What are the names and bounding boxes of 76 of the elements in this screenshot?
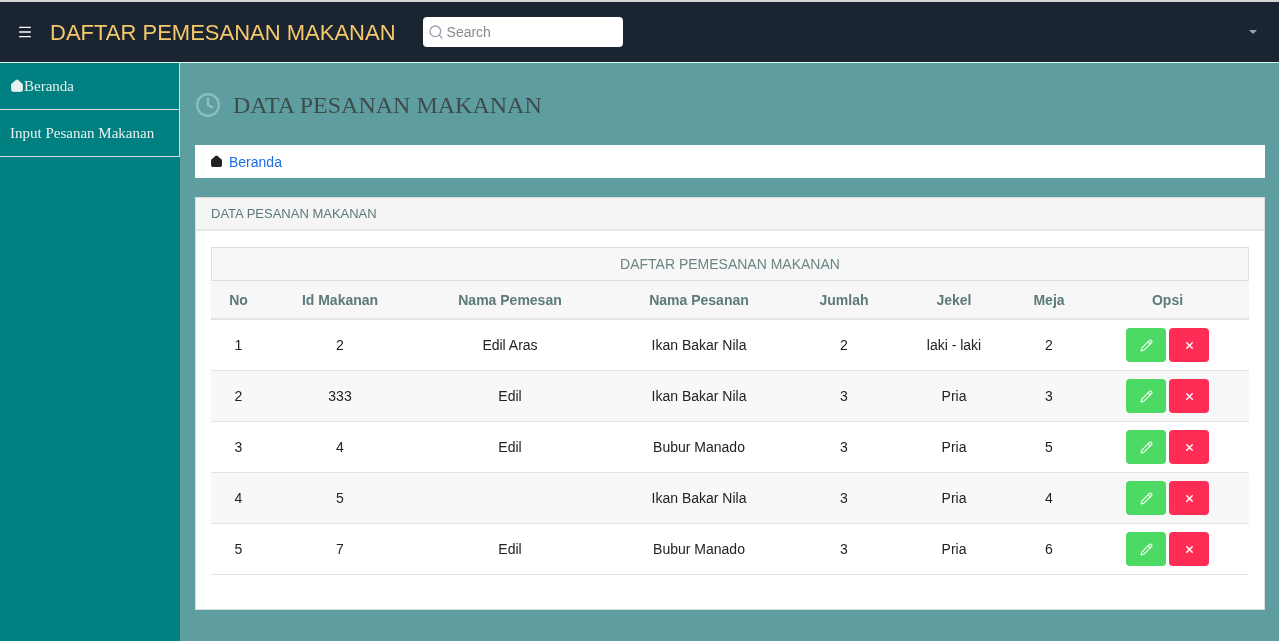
search-icon — [427, 24, 444, 40]
table-cell: Pria — [941, 490, 967, 506]
page-title: DATA PESANAN MAKANAN — [233, 91, 542, 120]
pencil-icon — [1139, 389, 1153, 403]
breadcrumb-link[interactable]: Beranda — [229, 151, 282, 172]
table-cell: Edil — [498, 388, 522, 404]
column-header: Jekel — [935, 290, 973, 310]
app-title: DAFTAR PEMESANAN MAKANAN — [50, 18, 396, 47]
table-cell: 4 — [336, 439, 344, 455]
table-cell: 2 — [234, 388, 243, 404]
table-cell: 2 — [336, 337, 344, 353]
column-header: No — [228, 290, 249, 310]
edit-button[interactable] — [1126, 328, 1166, 362]
table-cell: Ikan Bakar Nila — [651, 388, 747, 404]
close-icon — [1183, 492, 1195, 504]
column-header: Nama Pesanan — [648, 290, 750, 310]
table-cell: 5 — [1045, 439, 1053, 455]
column-header: Opsi — [1150, 290, 1185, 310]
delete-button[interactable] — [1169, 328, 1209, 362]
column-header: Nama Pemesan — [457, 290, 563, 310]
table-cell: Pria — [941, 439, 967, 455]
table-cell: Pria — [941, 541, 967, 557]
table-cell: Edil — [498, 541, 522, 557]
table-cell: 6 — [1045, 541, 1053, 557]
table-caption: DAFTAR PEMESANAN MAKANAN — [211, 247, 1249, 281]
table-cell: 2 — [1045, 337, 1053, 353]
table-cell: Ikan Bakar Nila — [651, 337, 747, 353]
close-icon — [1183, 543, 1195, 555]
table-cell: 1 — [234, 337, 243, 353]
sidebar-item[interactable]: Beranda — [0, 63, 180, 110]
panel-title: DATA PESANAN MAKANAN — [211, 204, 377, 223]
pencil-icon — [1139, 440, 1153, 454]
table-cell: Pria — [941, 388, 967, 404]
column-header: Meja — [1032, 290, 1066, 310]
search-field[interactable]: Search — [422, 17, 623, 47]
sidebar-item[interactable]: Input Pesanan Makanan — [0, 110, 180, 157]
clock-icon — [195, 92, 221, 118]
table-cell: 3 — [840, 490, 848, 506]
pencil-icon — [1139, 491, 1153, 505]
home-icon — [10, 79, 24, 93]
table-cell: 7 — [336, 541, 344, 557]
table-cell: 4 — [1045, 490, 1053, 506]
close-icon — [1183, 390, 1195, 402]
delete-button[interactable] — [1169, 532, 1209, 566]
table-cell: 3 — [234, 439, 243, 455]
pencil-icon — [1139, 338, 1153, 352]
edit-button[interactable] — [1126, 481, 1166, 515]
table-cell: 3 — [840, 388, 848, 404]
table-cell: 5 — [336, 490, 344, 506]
column-header: Id Makanan — [300, 290, 380, 310]
table-cell: Edil — [498, 439, 522, 455]
table-cell: Bubur Manado — [653, 541, 745, 557]
table-cell: 5 — [234, 541, 243, 557]
close-icon — [1183, 441, 1195, 453]
edit-button[interactable] — [1126, 532, 1166, 566]
table-cell: 333 — [328, 388, 352, 404]
home-icon — [210, 155, 223, 168]
edit-button[interactable] — [1126, 430, 1166, 464]
table-cell: Ikan Bakar Nila — [651, 490, 747, 506]
table-cell: Edil Aras — [482, 337, 538, 353]
delete-button[interactable] — [1169, 481, 1209, 515]
table-cell: 3 — [840, 541, 848, 557]
edit-button[interactable] — [1126, 379, 1166, 413]
table-cell: 3 — [840, 439, 848, 455]
delete-button[interactable] — [1169, 430, 1209, 464]
column-header: Jumlah — [818, 290, 870, 310]
close-icon — [1183, 339, 1195, 351]
table-cell: 2 — [840, 337, 848, 353]
table-cell: Bubur Manado — [653, 439, 745, 455]
caret-icon[interactable] — [1249, 30, 1257, 34]
pencil-icon — [1139, 542, 1153, 556]
delete-button[interactable] — [1169, 379, 1209, 413]
table-cell: 4 — [234, 490, 243, 506]
menu-icon[interactable] — [17, 24, 33, 40]
table-cell: 3 — [1045, 388, 1053, 404]
table-cell: laki - laki — [926, 337, 982, 353]
